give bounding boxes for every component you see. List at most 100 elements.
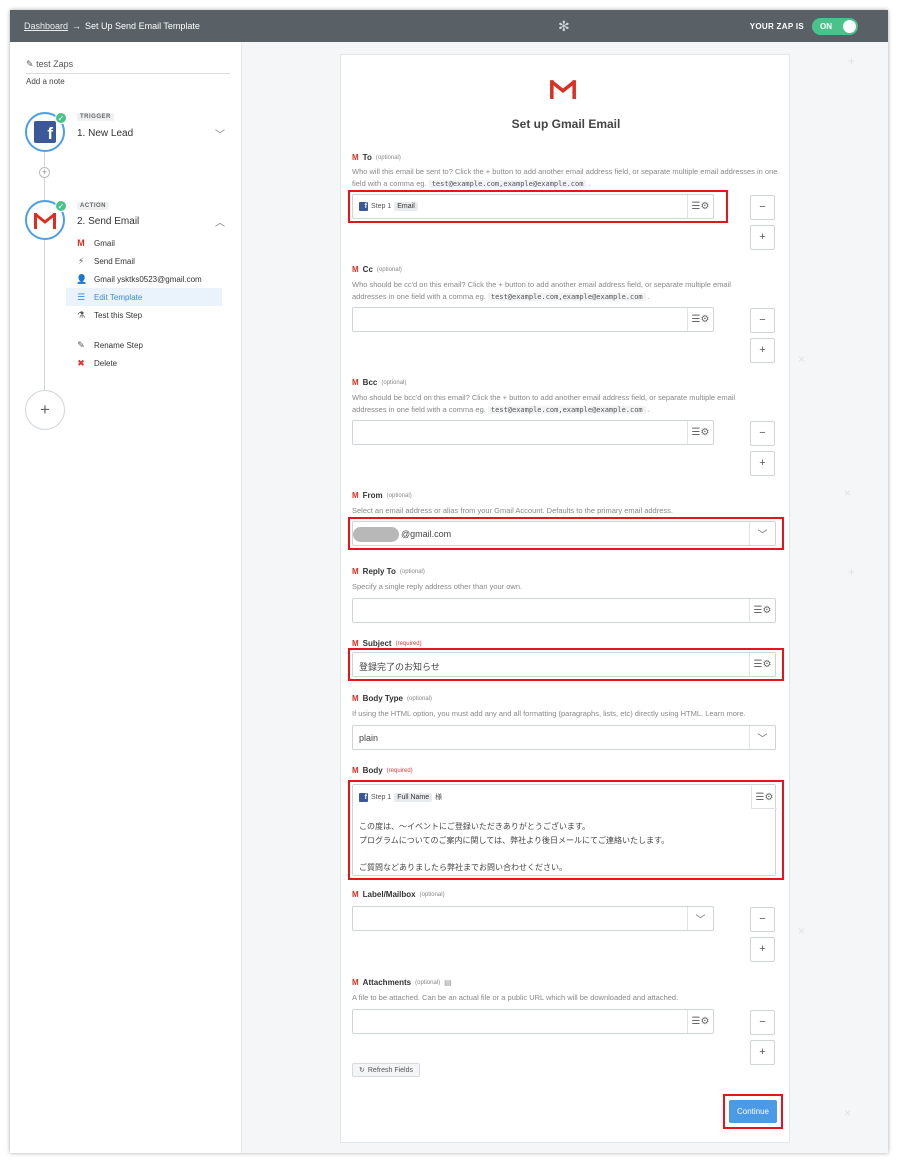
add-cc-button[interactable]: +	[750, 338, 775, 363]
add-to-button[interactable]: +	[750, 225, 775, 250]
gmail-icon: M	[77, 238, 85, 248]
subject-label-text: Subject	[362, 639, 392, 648]
label-mailbox-select[interactable]: ﹀	[352, 906, 714, 931]
background-x-icon: ×	[798, 924, 806, 938]
background-x-icon: ×	[844, 486, 852, 500]
cc-label: M Cc (optional)	[352, 265, 402, 274]
add-note-link[interactable]: Add a note	[26, 77, 65, 86]
background-plus-icon: +	[848, 54, 856, 68]
add-attachment-button[interactable]: +	[750, 1040, 775, 1065]
add-bcc-button[interactable]: +	[750, 451, 775, 476]
attachments-label: M Attachments (optional) ▤	[352, 978, 452, 987]
reply-to-label-text: Reply To	[362, 567, 396, 576]
zap-name: test Zaps	[36, 59, 74, 69]
add-label-button[interactable]: +	[750, 937, 775, 962]
file-icon: ▤	[444, 978, 452, 987]
attachments-input[interactable]: ☰⚙	[352, 1009, 714, 1034]
background-plus-icon: +	[848, 565, 856, 579]
cc-input[interactable]: ☰⚙	[352, 307, 714, 332]
gmail-icon: M	[352, 265, 359, 274]
action-badge: ACTION	[77, 202, 109, 210]
bcc-label-text: Bcc	[362, 378, 378, 387]
from-label: M From (optional)	[352, 491, 412, 500]
cc-help: Who should be cc'd on this email? Click …	[352, 279, 762, 303]
chevron-down-icon[interactable]: ﹀	[215, 126, 225, 141]
gmail-icon: M	[352, 639, 359, 648]
optional-hint: (optional)	[406, 695, 432, 702]
gmail-icon: M	[352, 766, 359, 775]
help-period: .	[588, 179, 591, 188]
gmail-icon: M	[352, 978, 359, 987]
bolt-icon: ⚡	[77, 255, 85, 266]
sidebar-item-gmail[interactable]: M Gmail	[66, 234, 222, 252]
body-type-select[interactable]: plain ﹀	[352, 725, 776, 750]
gmail-icon: M	[352, 378, 359, 387]
zap-on-toggle[interactable]: ON	[812, 18, 858, 35]
chevron-down-icon[interactable]: ﹀	[749, 726, 775, 749]
add-step-small-icon[interactable]: +	[39, 167, 50, 178]
insert-field-icon[interactable]: ☰⚙	[687, 308, 713, 331]
sidebar-item-label: Test this Step	[94, 310, 143, 320]
attachments-help: A file to be attached. Can be an actual …	[352, 993, 679, 1002]
body-label: M Body (required)	[352, 766, 413, 775]
trigger-badge: TRIGGER	[77, 113, 114, 121]
sidebar-item-label: Gmail	[94, 238, 115, 248]
gmail-icon: M	[352, 567, 359, 576]
app-window: Dashboard → Set Up Send Email Template ✻…	[10, 10, 888, 1153]
optional-hint: (optional)	[419, 891, 445, 898]
bcc-label: M Bcc (optional)	[352, 378, 406, 387]
sidebar-item-delete[interactable]: ✖ Delete	[66, 354, 222, 372]
subject-label: M Subject (required)	[352, 639, 422, 648]
chevron-down-icon[interactable]: ﹀	[687, 907, 713, 930]
body-type-label-text: Body Type	[362, 694, 403, 703]
example-code: test@example.com,example@example.com	[487, 406, 646, 414]
toggle-knob	[843, 20, 856, 33]
insert-field-icon[interactable]: ☰⚙	[687, 1010, 713, 1033]
optional-hint: (optional)	[376, 266, 402, 273]
sidebar-item-label: Gmail ysktks0523@gmail.com	[94, 274, 202, 284]
sidebar-item-rename-step[interactable]: ✎ Rename Step	[66, 336, 222, 354]
trigger-step-title[interactable]: 1. New Lead	[77, 128, 133, 139]
loading-spinner-icon: ✻	[558, 18, 570, 34]
chevron-up-icon[interactable]: ︿	[215, 214, 225, 229]
sidebar-item-edit-template[interactable]: ☰ Edit Template	[66, 288, 222, 306]
refresh-fields-button[interactable]: ↻ Refresh Fields	[352, 1063, 421, 1077]
sidebar-item-account[interactable]: 👤 Gmail ysktks0523@gmail.com	[66, 270, 222, 288]
reply-to-input[interactable]: ☰⚙	[352, 598, 776, 623]
required-hint: (required)	[386, 767, 413, 774]
remove-attachment-button[interactable]: −	[750, 1010, 775, 1035]
add-step-button[interactable]: +	[25, 390, 65, 430]
cc-label-text: Cc	[362, 265, 373, 274]
background-x-icon: ×	[798, 352, 806, 366]
sidebar-item-test-step[interactable]: ⚗ Test this Step	[66, 306, 222, 324]
remove-bcc-button[interactable]: −	[750, 421, 775, 446]
connector-line	[44, 238, 45, 398]
user-icon: 👤	[76, 273, 88, 284]
reply-to-label: M Reply To (optional)	[352, 567, 425, 576]
example-code: test@example.com,example@example.com	[428, 180, 587, 188]
insert-field-icon[interactable]: ☰⚙	[687, 421, 713, 444]
highlight-box	[723, 1094, 783, 1129]
zap-status-label: YOUR ZAP IS	[749, 22, 804, 31]
top-bar: Dashboard → Set Up Send Email Template ✻…	[10, 10, 888, 42]
to-label: M To (optional)	[352, 153, 401, 162]
flask-icon: ⚗	[76, 309, 86, 320]
remove-cc-button[interactable]: −	[750, 308, 775, 333]
insert-field-icon[interactable]: ☰⚙	[749, 599, 775, 622]
remove-to-button[interactable]: −	[750, 195, 775, 220]
sidebar-item-send-email[interactable]: ⚡ Send Email	[66, 252, 222, 270]
zap-name-field[interactable]: ✎ test Zaps	[26, 59, 230, 74]
gmail-icon: M	[352, 694, 359, 703]
example-code: test@example.com,example@example.com	[487, 293, 646, 301]
action-step-title[interactable]: 2. Send Email	[77, 216, 139, 227]
body-label-text: Body	[362, 766, 383, 775]
gmail-icon: M	[352, 491, 359, 500]
background-x-icon: ×	[844, 1106, 852, 1120]
from-label-text: From	[362, 491, 383, 500]
remove-label-button[interactable]: −	[750, 907, 775, 932]
breadcrumb-dashboard-link[interactable]: Dashboard	[24, 21, 68, 31]
help-period: .	[647, 405, 650, 414]
bcc-input[interactable]: ☰⚙	[352, 420, 714, 445]
highlight-box	[348, 780, 784, 880]
optional-hint: (optional)	[375, 154, 401, 161]
